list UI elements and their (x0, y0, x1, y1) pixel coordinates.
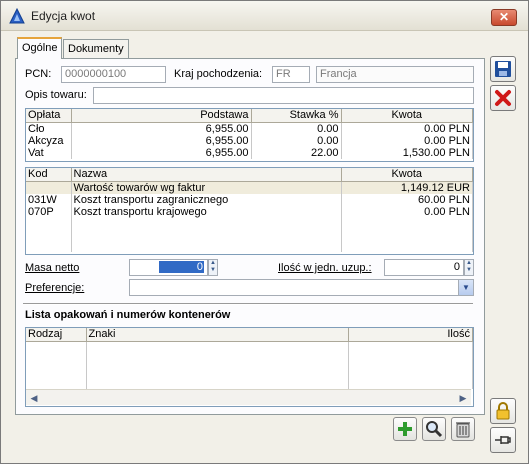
delete-icon (495, 90, 511, 106)
col-ilosc: Ilość (348, 328, 473, 342)
search-icon (426, 421, 443, 438)
pin-button[interactable] (490, 427, 516, 453)
masa-input[interactable]: 0 (129, 259, 208, 276)
cell: 1,530.00 PLN (341, 146, 473, 159)
pin-icon (495, 436, 511, 444)
col-kod: Kod (26, 168, 72, 182)
cell: 22.00 (251, 146, 342, 159)
tab-dokumenty[interactable]: Dokumenty (63, 39, 129, 59)
preferencje-label: Preferencje: (25, 282, 85, 294)
search-button[interactable] (422, 417, 446, 441)
kraj-label: Kraj pochodzenia: (174, 68, 263, 80)
scroll-right-icon[interactable]: ▶ (455, 391, 471, 405)
cell: 1,149.12 EUR (341, 181, 473, 194)
preferencje-select[interactable] (129, 279, 474, 296)
masa-stepper[interactable]: ▲ ▼ (208, 259, 218, 276)
lock-icon (496, 402, 510, 420)
scroll-left-icon[interactable]: ◀ (26, 391, 42, 405)
costs-grid[interactable]: Kod Nazwa Kwota Wartość towarów wg faktu… (25, 167, 474, 255)
country-code-field[interactable]: FR (272, 66, 310, 83)
cell: Vat (26, 146, 72, 159)
country-name-field: Francja (316, 66, 474, 83)
divider (23, 303, 473, 305)
delete-button[interactable] (490, 85, 516, 111)
title-bar: Edycja kwot ✕ (1, 1, 528, 31)
col-rodzaj: Rodzaj (26, 328, 87, 342)
tab-ogolne[interactable]: Ogólne (17, 37, 63, 59)
save-button[interactable] (490, 56, 516, 82)
cell: Cło (26, 122, 72, 135)
ilosc-stepper[interactable]: ▲ ▼ (464, 259, 474, 276)
cell: 6,955.00 (71, 134, 252, 147)
ilosc-label: Ilość w jedn. uzup.: (278, 262, 372, 274)
cell: 0.00 PLN (341, 122, 473, 135)
col-oplata: Opłata (26, 109, 72, 123)
ilosc-input[interactable]: 0 (384, 259, 464, 276)
col-stawka: Stawka % (251, 109, 342, 123)
cell: 0.00 (251, 122, 342, 135)
close-button[interactable]: ✕ (491, 9, 517, 26)
cell: 070P (26, 205, 72, 218)
close-icon: ✕ (498, 10, 510, 24)
table-row[interactable]: Vat 6,955.00 22.00 1,530.00 PLN (26, 146, 473, 159)
lock-button[interactable] (490, 398, 516, 424)
col-nazwa: Nazwa (71, 168, 342, 182)
table-row[interactable]: 031W Koszt transportu zagranicznego 60.0… (26, 193, 473, 206)
col-kwota: Kwota (341, 168, 473, 182)
masa-label: Masa netto (25, 262, 80, 274)
add-button[interactable] (393, 417, 417, 441)
masa-value: 0 (158, 261, 204, 273)
chevron-down-icon[interactable]: ▼ (458, 280, 473, 295)
window-title: Edycja kwot (31, 9, 96, 23)
cell: 0.00 (251, 134, 342, 147)
add-icon (398, 422, 412, 436)
fees-grid[interactable]: Opłata Podstawa Stawka % Kwota Cło 6,955… (25, 108, 474, 162)
table-row[interactable]: 070P Koszt transportu krajowego 0.00 PLN (26, 205, 473, 218)
cell: Koszt transportu krajowego (71, 205, 342, 218)
cell: 0.00 PLN (341, 134, 473, 147)
cell: 60.00 PLN (341, 193, 473, 206)
cell (26, 181, 72, 194)
cell: 0.00 PLN (341, 205, 473, 218)
window: Edycja kwot ✕ Ogólne Dokumenty PCN: 0000… (0, 0, 529, 464)
horizontal-scrollbar[interactable]: ◀ ▶ (26, 389, 471, 405)
col-kwota: Kwota (341, 109, 473, 123)
table-row[interactable]: Akcyza 6,955.00 0.00 0.00 PLN (26, 134, 473, 147)
trash-button[interactable] (451, 417, 475, 441)
cell: 031W (26, 193, 72, 206)
opis-label: Opis towaru: (25, 89, 87, 101)
pcn-field[interactable]: 0000000100 (61, 66, 166, 83)
save-icon (495, 61, 511, 77)
table-row[interactable]: Cło 6,955.00 0.00 0.00 PLN (26, 122, 473, 135)
table-row[interactable]: Wartość towarów wg faktur 1,149.12 EUR (26, 181, 473, 194)
col-znaki: Znaki (86, 328, 349, 342)
pcn-label: PCN: (25, 68, 52, 80)
cell: 6,955.00 (71, 122, 252, 135)
cell: Wartość towarów wg faktur (71, 181, 342, 194)
cell: 6,955.00 (71, 146, 252, 159)
app-icon (9, 8, 25, 24)
cell: Akcyza (26, 134, 72, 147)
cell: Koszt transportu zagranicznego (71, 193, 342, 206)
description-field[interactable] (93, 87, 474, 104)
containers-title: Lista opakowań i numerów kontenerów (25, 309, 231, 321)
col-podstawa: Podstawa (71, 109, 252, 123)
trash-icon (456, 422, 470, 438)
